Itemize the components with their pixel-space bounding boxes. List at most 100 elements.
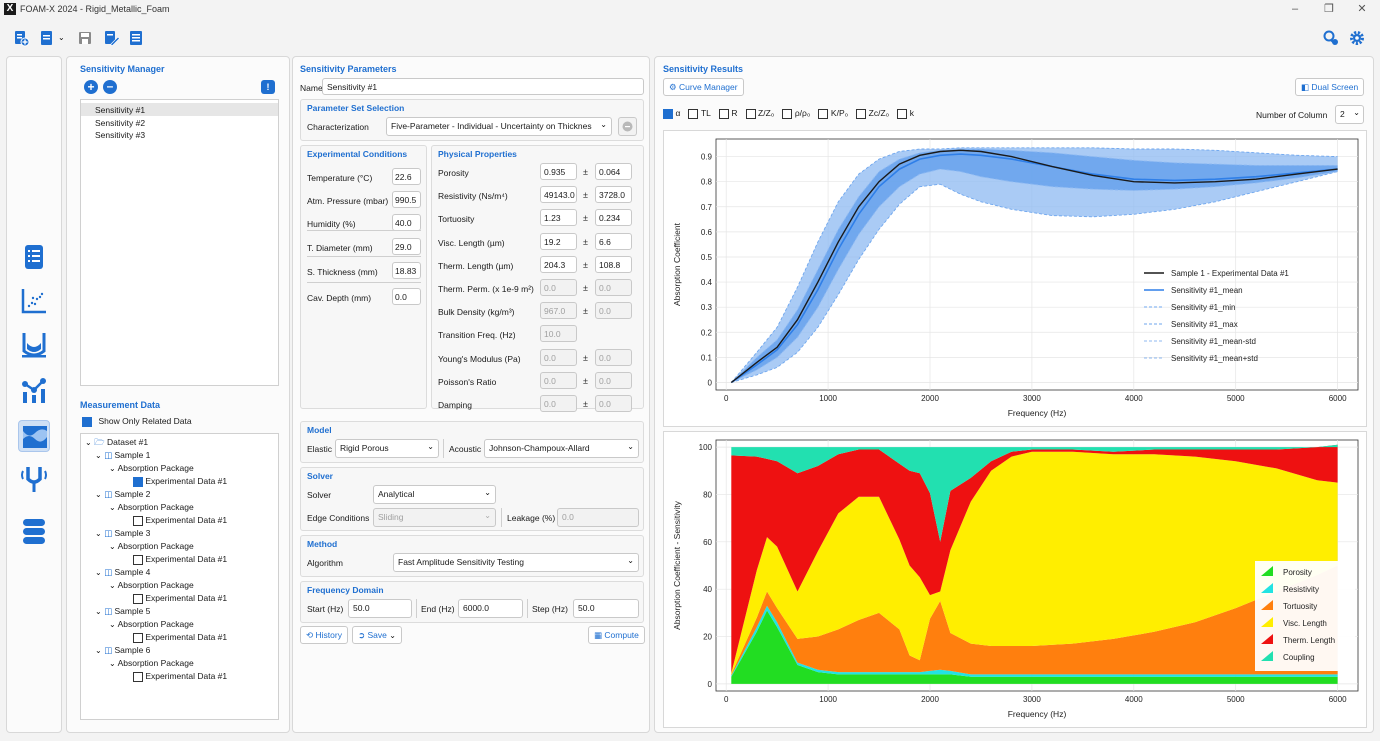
name-input[interactable]: Sensitivity #1 bbox=[322, 78, 644, 95]
chevron-down-icon[interactable]: ⌄ bbox=[427, 442, 434, 452]
checkbox-icon[interactable] bbox=[718, 108, 729, 119]
curve-checkbox[interactable]: α bbox=[663, 108, 680, 119]
tree-experimental[interactable]: Experimental Data #1 bbox=[133, 671, 227, 682]
tree-sample[interactable]: ⌄ ◫ Sample 3 bbox=[95, 528, 150, 539]
remove-sensitivity-button[interactable]: – bbox=[103, 80, 117, 94]
uncertainty-input[interactable]: 6.6 bbox=[595, 232, 632, 250]
checkbox-icon[interactable] bbox=[782, 108, 793, 119]
chevron-down-icon[interactable]: ⌄ bbox=[109, 503, 116, 512]
new-project-button[interactable] bbox=[12, 29, 30, 47]
uncertainty-input[interactable]: 0.0 bbox=[595, 348, 632, 366]
checkbox-checked-icon[interactable] bbox=[663, 108, 673, 119]
uncertainty-input[interactable]: 0.064 bbox=[595, 163, 632, 180]
edge-conditions-select[interactable]: Sliding ⌄ bbox=[373, 508, 496, 527]
chevron-down-icon[interactable]: ⌄ bbox=[109, 464, 116, 473]
dual-screen-button[interactable]: ◧ Dual Screen bbox=[1295, 78, 1365, 96]
checkbox-icon[interactable] bbox=[133, 515, 143, 526]
chevron-down-icon[interactable]: ⌄ bbox=[95, 646, 102, 655]
characterization-select[interactable]: Five-Parameter - Individual - Uncertaint… bbox=[386, 117, 612, 136]
list-item[interactable]: Sensitivity #1 bbox=[81, 103, 278, 116]
sidebar-item-parameters[interactable] bbox=[18, 241, 50, 273]
chevron-down-icon[interactable]: ⌄ bbox=[484, 511, 491, 521]
acoustic-select[interactable]: Johnson-Champoux-Allard ⌄ bbox=[484, 439, 639, 458]
algorithm-select[interactable]: Fast Amplitude Sensitivity Testing ⌄ bbox=[393, 553, 639, 572]
exp-input[interactable]: 0.0 bbox=[392, 288, 421, 305]
tree-package[interactable]: ⌄ Absorption Package bbox=[109, 463, 194, 473]
checkbox-icon[interactable] bbox=[818, 108, 829, 119]
sidebar-item-tube[interactable] bbox=[18, 329, 50, 361]
add-sensitivity-button[interactable]: + bbox=[84, 80, 98, 94]
save-button[interactable]: ➲ Save ⌄ bbox=[352, 626, 402, 644]
chevron-down-icon[interactable]: ⌄ bbox=[484, 488, 491, 498]
exp-input[interactable]: 40.0 bbox=[392, 214, 421, 231]
tree-experimental[interactable]: Experimental Data #1 bbox=[133, 593, 227, 604]
save-as-button[interactable] bbox=[102, 29, 120, 47]
info-button[interactable]: ! bbox=[261, 80, 275, 94]
property-value-input[interactable]: 0.0 bbox=[540, 348, 577, 366]
checkbox-checked-icon[interactable] bbox=[133, 476, 143, 487]
end-input[interactable]: 6000.0 bbox=[458, 599, 523, 618]
minimize-icon[interactable]: – bbox=[1280, 2, 1310, 16]
uncertainty-input[interactable]: 0.0 bbox=[595, 371, 632, 389]
tree-package[interactable]: ⌄ Absorption Package bbox=[109, 619, 194, 629]
tree-experimental[interactable]: Experimental Data #1 bbox=[133, 632, 227, 643]
curve-checkbox[interactable]: Z/Z₀ bbox=[745, 108, 774, 119]
curve-checkbox[interactable]: Zc/Z₀ bbox=[856, 108, 889, 119]
export-button[interactable] bbox=[127, 29, 145, 47]
property-value-input[interactable]: 19.2 bbox=[540, 232, 577, 250]
close-icon[interactable]: ✕ bbox=[1347, 2, 1377, 16]
load-parameters-button[interactable] bbox=[618, 117, 637, 136]
property-value-input[interactable]: 0.0 bbox=[540, 371, 577, 389]
chevron-down-icon[interactable]: ⌄ bbox=[95, 529, 102, 538]
checkbox-icon[interactable] bbox=[133, 671, 143, 682]
number-of-column-select[interactable]: 2 ⌄ bbox=[1335, 105, 1364, 124]
tree-dataset[interactable]: ⌄ 🗁 Dataset #1 bbox=[85, 437, 148, 451]
curve-manager-button[interactable]: ⚙ Curve Manager bbox=[663, 78, 744, 96]
property-value-input[interactable]: 967.0 bbox=[540, 302, 577, 320]
tree-sample[interactable]: ⌄ ◫ Sample 6 bbox=[95, 645, 150, 656]
start-input[interactable]: 50.0 bbox=[348, 599, 412, 618]
curve-checkbox[interactable]: k bbox=[897, 108, 914, 119]
save-project-button[interactable] bbox=[76, 29, 94, 47]
chevron-down-icon[interactable]: ⌄ bbox=[109, 542, 116, 551]
uncertainty-input[interactable]: 108.8 bbox=[595, 255, 632, 273]
exp-input[interactable]: 990.5 bbox=[392, 191, 421, 208]
step-input[interactable]: 50.0 bbox=[573, 599, 639, 618]
checkbox-icon[interactable] bbox=[133, 632, 143, 643]
tree-sample[interactable]: ⌄ ◫ Sample 2 bbox=[95, 489, 150, 500]
search-update-button[interactable] bbox=[1322, 29, 1340, 47]
property-value-input[interactable]: 1.23 bbox=[540, 209, 577, 227]
chevron-down-icon[interactable]: ⌄ bbox=[600, 120, 607, 130]
sensitivity-chart[interactable]: 0 1000 2000 3000 4000 5000 6000 0 20 40 60 80 100 Fre… bbox=[664, 432, 1366, 727]
uncertainty-input[interactable]: 0.0 bbox=[595, 279, 632, 296]
exp-input[interactable]: 22.6 bbox=[392, 168, 421, 185]
chevron-down-icon[interactable]: ⌄ bbox=[85, 438, 92, 447]
chevron-down-icon[interactable]: ⌄ bbox=[389, 631, 396, 640]
tree-package[interactable]: ⌄ Absorption Package bbox=[109, 658, 194, 668]
show-only-related-checkbox[interactable]: Show Only Related Data bbox=[82, 416, 192, 427]
settings-button[interactable] bbox=[1348, 29, 1366, 47]
curve-checkbox[interactable]: K/P₀ bbox=[818, 108, 848, 119]
curve-checkbox[interactable]: TL bbox=[688, 108, 711, 119]
exp-input[interactable]: 29.0 bbox=[392, 238, 421, 255]
sidebar-item-database[interactable] bbox=[18, 515, 50, 547]
open-project-button[interactable]: ⌄ bbox=[38, 29, 66, 47]
checkbox-checked-icon[interactable] bbox=[82, 416, 92, 427]
sidebar-item-characterization[interactable] bbox=[18, 375, 50, 407]
chevron-down-icon[interactable]: ⌄ bbox=[95, 568, 102, 577]
chevron-down-icon[interactable]: ⌄ bbox=[627, 442, 634, 452]
checkbox-icon[interactable] bbox=[856, 108, 867, 119]
chevron-down-icon[interactable]: ⌄ bbox=[95, 490, 102, 499]
chevron-down-icon[interactable]: ⌄ bbox=[627, 556, 634, 566]
curve-checkbox[interactable]: ρ/ρ₀ bbox=[782, 108, 810, 119]
checkbox-icon[interactable] bbox=[897, 108, 908, 119]
compute-button[interactable]: ▦ Compute bbox=[588, 626, 645, 644]
elastic-select[interactable]: Rigid Porous ⌄ bbox=[335, 439, 439, 458]
uncertainty-input[interactable]: 0.0 bbox=[595, 395, 632, 412]
curve-checkbox[interactable]: R bbox=[718, 108, 738, 119]
leakage-input[interactable]: 0.0 bbox=[557, 508, 639, 527]
absorption-chart[interactable]: 0 1000 2000 3000 4000 5000 6000 0 0.1 0.2 0.3 0.4 0.… bbox=[664, 131, 1366, 426]
property-value-input[interactable]: 0.0 bbox=[540, 279, 577, 296]
tree-sample[interactable]: ⌄ ◫ Sample 1 bbox=[95, 450, 150, 461]
checkbox-icon[interactable] bbox=[133, 554, 143, 565]
